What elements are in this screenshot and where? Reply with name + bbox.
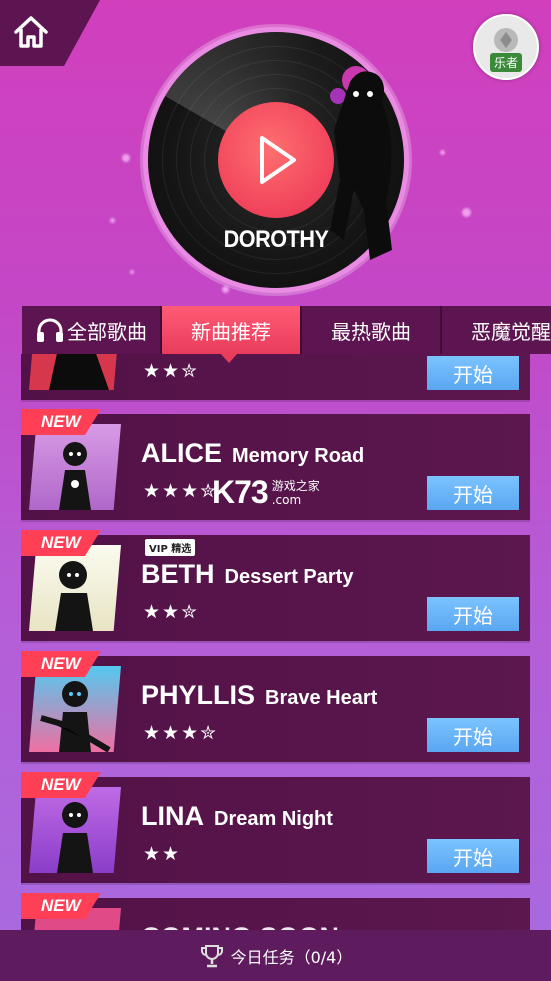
watermark-domain: .com bbox=[271, 492, 302, 507]
tab-label: 全部歌曲 bbox=[67, 319, 147, 344]
song-card[interactable]: NEW LINA Dream Night ★★ 开始 bbox=[21, 772, 530, 883]
song-list[interactable]: ★★✮ 开始 NEW ALICE Memory Road ★★★✮ 开始 NEW… bbox=[0, 354, 551, 930]
artist-name: PHYLLIS bbox=[141, 680, 256, 710]
tab-label: 新曲推荐 bbox=[191, 319, 271, 344]
tab-new-songs[interactable]: 新曲推荐 bbox=[162, 306, 302, 354]
headphones-icon bbox=[37, 318, 63, 342]
character-silhouette bbox=[330, 66, 392, 260]
song-thumbnail bbox=[29, 666, 121, 752]
start-button[interactable]: 开始 bbox=[427, 718, 519, 752]
song-thumbnail bbox=[29, 354, 121, 390]
song-card[interactable]: NEW PHYLLIS Brave Heart ★★★✮ 开始 bbox=[21, 651, 530, 762]
difficulty-stars: ★★✮ bbox=[143, 601, 199, 623]
tab-label: 恶魔觉醒 bbox=[471, 319, 551, 344]
daily-tasks-label: 今日任务（0/4） bbox=[230, 947, 353, 967]
tab-all-songs[interactable]: 全部歌曲 bbox=[22, 306, 162, 354]
sparkle bbox=[130, 270, 134, 274]
song-name: ALICE Memory Road bbox=[141, 438, 364, 469]
start-button[interactable]: 开始 bbox=[427, 356, 519, 390]
difficulty-stars: ★★ bbox=[143, 843, 182, 865]
song-thumbnail bbox=[29, 787, 121, 873]
watermark-logo: K73 bbox=[212, 474, 269, 510]
watermark-text: 游戏之家 bbox=[271, 478, 320, 493]
vip-badge: VIP 精选 bbox=[145, 539, 196, 556]
active-tab-pointer bbox=[220, 353, 238, 363]
song-name: BETH Dessert Party bbox=[141, 559, 353, 590]
sparkle bbox=[110, 218, 115, 223]
song-title: Brave Heart bbox=[265, 687, 378, 709]
start-button[interactable]: 开始 bbox=[427, 476, 519, 510]
tab-hot-songs[interactable]: 最热歌曲 bbox=[302, 306, 442, 354]
song-title: Dessert Party bbox=[224, 566, 354, 588]
song-title: Memory Road bbox=[232, 445, 365, 467]
song-card[interactable]: NEW COMING SOON bbox=[21, 893, 530, 930]
artist-name: BETH bbox=[141, 559, 215, 589]
difficulty-stars: ★★★✮ bbox=[143, 722, 219, 744]
song-name: PHYLLIS Brave Heart bbox=[141, 680, 377, 711]
start-button[interactable]: 开始 bbox=[427, 597, 519, 631]
play-icon bbox=[260, 136, 296, 184]
trophy-icon bbox=[200, 944, 223, 967]
artist-name: COMING SOON bbox=[141, 922, 339, 930]
difficulty-stars: ★★★✮ bbox=[143, 480, 219, 502]
start-button[interactable]: 开始 bbox=[427, 839, 519, 873]
home-icon[interactable] bbox=[12, 14, 50, 50]
song-thumbnail bbox=[29, 424, 121, 510]
difficulty-stars: ★★✮ bbox=[143, 360, 199, 382]
sparkle bbox=[122, 154, 130, 162]
play-button[interactable] bbox=[218, 102, 334, 218]
sparkle bbox=[440, 150, 445, 155]
category-tabs: 全部歌曲 新曲推荐 最热歌曲 恶魔觉醒 bbox=[22, 306, 551, 354]
sparkle bbox=[462, 208, 471, 217]
avatar[interactable]: 乐者 bbox=[473, 14, 539, 80]
daily-tasks-bar[interactable]: 今日任务（0/4） bbox=[0, 930, 551, 981]
artist-name: ALICE bbox=[141, 438, 222, 468]
tab-demon-awakening[interactable]: 恶魔觉醒 bbox=[442, 306, 551, 354]
song-card[interactable]: ★★✮ 开始 bbox=[21, 354, 530, 400]
tab-label: 最热歌曲 bbox=[331, 319, 411, 344]
song-thumbnail bbox=[29, 545, 121, 631]
song-name: LINA Dream Night bbox=[141, 801, 333, 832]
song-card[interactable]: NEW VIP 精选 BETH Dessert Party ★★✮ 开始 bbox=[21, 530, 530, 641]
watermark: K73 游戏之家 .com bbox=[212, 474, 320, 511]
song-title: Dream Night bbox=[214, 808, 333, 830]
artist-name: LINA bbox=[141, 801, 204, 831]
